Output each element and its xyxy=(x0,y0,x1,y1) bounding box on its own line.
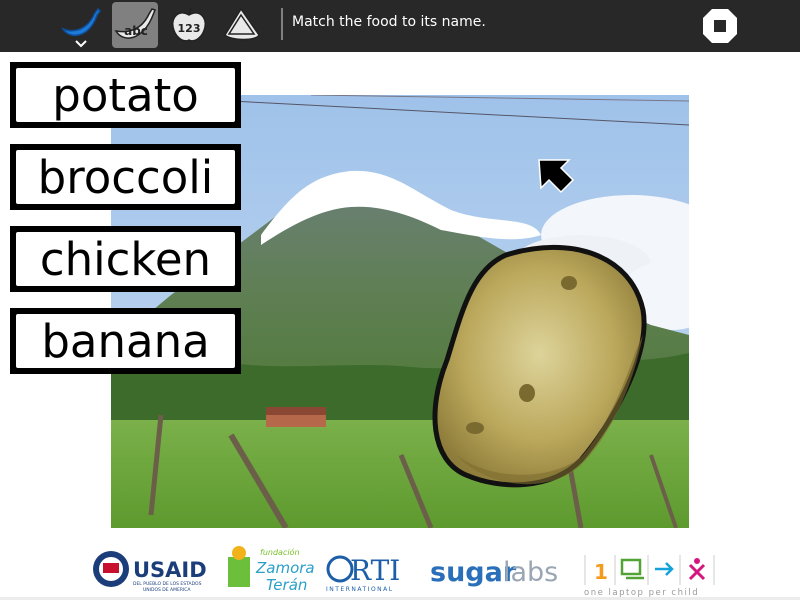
abc-banana-icon: abc xyxy=(114,8,156,39)
usaid-subtitle: DEL PUEBLO DE LOS ESTADOS xyxy=(133,581,202,587)
zamora-line2: Zamora xyxy=(255,559,315,577)
apple-123-icon: 123 xyxy=(171,7,207,42)
abc-label: abc xyxy=(124,24,148,38)
word-label: banana xyxy=(16,314,235,368)
olpc-number: 1 xyxy=(594,560,608,584)
word-label: potato xyxy=(16,68,235,122)
logo-strip: USAID DEL PUEBLO DE LOS ESTADOS UNIDOS D… xyxy=(93,546,715,598)
toolbar-separator xyxy=(281,8,283,40)
triangle-shape-icon xyxy=(224,7,260,41)
zamora-teran-logo: fundación Zamora Terán xyxy=(228,546,315,594)
rti-title: RTI xyxy=(350,554,400,587)
stop-icon[interactable] xyxy=(700,6,740,46)
word-card-chicken[interactable]: chicken xyxy=(10,226,241,292)
word-card-potato[interactable]: potato xyxy=(10,62,241,128)
sponsor-logos: USAID DEL PUEBLO DE LOS ESTADOS UNIDOS D… xyxy=(0,535,800,600)
123-mode-button[interactable]: 123 xyxy=(166,2,212,48)
word-card-banana[interactable]: banana xyxy=(10,308,241,374)
instruction-text: Match the food to its name. xyxy=(292,14,486,30)
word-label: broccoli xyxy=(16,150,235,204)
olpc-tagline: one laptop per child xyxy=(584,588,699,597)
chevron-down-icon[interactable] xyxy=(75,40,87,48)
activity-toolbar: abc 123 Match the food to its name. xyxy=(0,0,800,52)
word-card-broccoli[interactable]: broccoli xyxy=(10,144,241,210)
rti-subtitle: INTERNATIONAL xyxy=(326,586,394,593)
usaid-title: USAID xyxy=(133,558,207,582)
banana-activity-icon xyxy=(61,7,101,37)
usaid-logo: USAID DEL PUEBLO DE LOS ESTADOS UNIDOS D… xyxy=(93,551,207,593)
word-label: chicken xyxy=(16,232,235,286)
olpc-logo: 1 one laptop per child xyxy=(584,555,715,598)
zamora-line1: fundación xyxy=(260,547,300,557)
usaid-subtitle-2: UNIDOS DE AMERICA xyxy=(143,587,191,593)
shapes-mode-button[interactable] xyxy=(220,2,266,48)
123-label: 123 xyxy=(178,22,201,35)
zamora-line3: Terán xyxy=(266,576,307,594)
sugarlabs-logo: sugar labs xyxy=(430,557,558,588)
rti-logo: RTI INTERNATIONAL xyxy=(326,554,400,593)
labs-text: labs xyxy=(503,557,558,588)
abc-mode-button[interactable]: abc xyxy=(112,2,158,48)
